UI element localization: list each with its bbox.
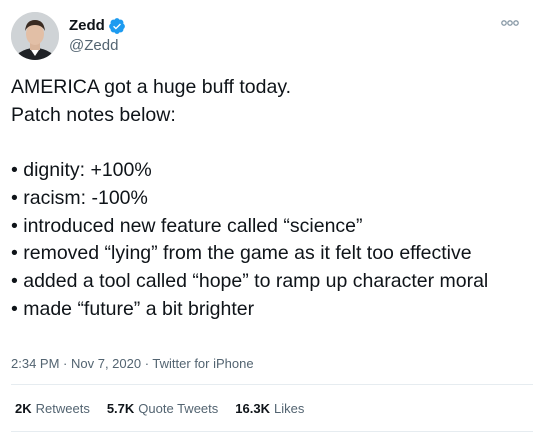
name-row: Zedd bbox=[69, 16, 126, 36]
likes-label: Likes bbox=[273, 401, 305, 416]
divider bbox=[11, 384, 533, 385]
more-options-icon[interactable] bbox=[499, 14, 521, 32]
display-name[interactable]: Zedd bbox=[69, 16, 105, 36]
quote-tweets-label: Quote Tweets bbox=[138, 401, 219, 416]
author-names: Zedd @Zedd bbox=[69, 12, 126, 60]
retweets-stat[interactable]: 2K Retweets bbox=[15, 401, 90, 417]
retweets-count: 2K bbox=[15, 401, 32, 416]
tweet-date[interactable]: Nov 7, 2020 bbox=[71, 356, 141, 371]
avatar[interactable] bbox=[11, 12, 59, 60]
handle[interactable]: @Zedd bbox=[69, 36, 126, 56]
likes-count: 16.3K bbox=[235, 401, 270, 416]
meta-separator: · bbox=[141, 356, 153, 371]
tweet-stats: 2K Retweets 5.7K Quote Tweets 16.3K Likes bbox=[15, 401, 321, 417]
quote-tweets-stat[interactable]: 5.7K Quote Tweets bbox=[107, 401, 218, 417]
likes-stat[interactable]: 16.3K Likes bbox=[235, 401, 304, 417]
verified-badge-icon bbox=[108, 17, 126, 35]
tweet-text: AMERICA got a huge buff today. Patch not… bbox=[11, 76, 489, 320]
quote-tweets-count: 5.7K bbox=[106, 401, 135, 416]
tweet-card: Zedd @Zedd AMERICA got a huge buff today… bbox=[0, 0, 533, 434]
meta-separator: · bbox=[59, 356, 71, 371]
tweet-source[interactable]: Twitter for iPhone bbox=[152, 356, 253, 371]
retweets-label: Retweets bbox=[35, 401, 90, 416]
tweet-meta: 2:34 PM · Nov 7, 2020 · Twitter for iPho… bbox=[11, 356, 254, 372]
tweet-header: Zedd @Zedd bbox=[11, 12, 126, 60]
divider bbox=[11, 431, 533, 432]
tweet-time[interactable]: 2:34 PM bbox=[11, 356, 59, 371]
